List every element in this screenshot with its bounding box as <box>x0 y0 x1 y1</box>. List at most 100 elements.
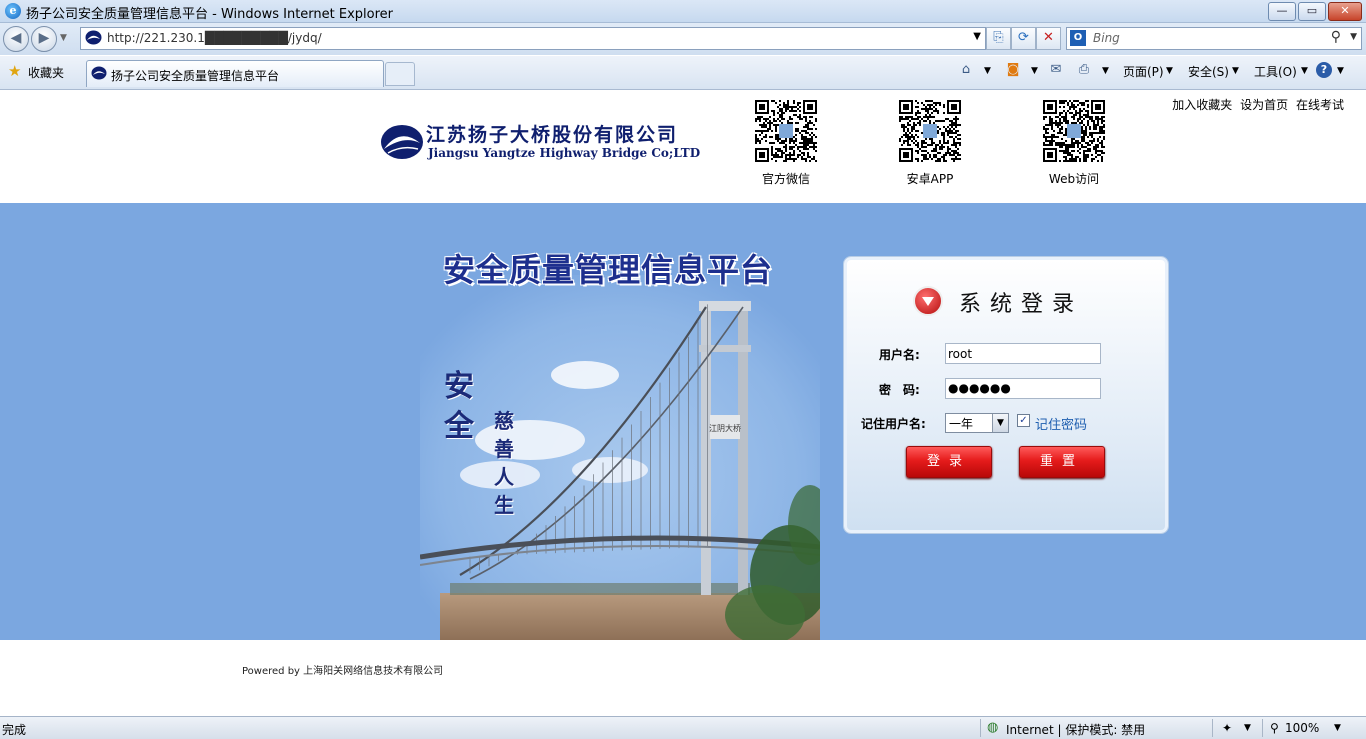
qr-code-wechat <box>755 100 817 162</box>
print-icon[interactable]: ⎙ <box>1075 61 1093 79</box>
outlook-search-provider-icon: O <box>1070 30 1086 46</box>
slogan-big: 安 全 <box>444 367 474 447</box>
tab-title: 扬子公司安全质量管理信息平台 <box>111 69 280 83</box>
company-name-en: Jiangsu Yangtze Highway Bridge Co;LTD <box>428 146 701 160</box>
remember-username-label: 记住用户名: <box>861 417 926 431</box>
remember-password-checkbox[interactable]: ✓ <box>1017 414 1030 427</box>
site-header: 江苏扬子大桥股份有限公司 Jiangsu Yangtze Highway Bri… <box>0 90 1366 203</box>
star-icon: ★ <box>8 62 22 80</box>
page-content: 江苏扬子大桥股份有限公司 Jiangsu Yangtze Highway Bri… <box>0 90 1366 716</box>
remember-duration-value: 一年 <box>949 417 974 431</box>
bridge-photo: 江阴大桥 <box>419 275 832 640</box>
rss-dropdown-icon[interactable]: ▼ <box>1031 66 1038 76</box>
tools-menu[interactable]: 工具(O) <box>1254 63 1297 80</box>
slogan-char: 慈 <box>494 409 514 433</box>
status-divider <box>980 719 981 737</box>
page-menu-arrow-icon: ▼ <box>1166 66 1173 76</box>
slogan-char: 人 <box>494 465 514 489</box>
print-dropdown-icon[interactable]: ▼ <box>1102 66 1109 76</box>
close-window-button[interactable]: ✕ <box>1328 2 1362 21</box>
help-icon[interactable]: ? <box>1316 62 1332 78</box>
search-dropdown-icon[interactable]: ▼ <box>1350 32 1357 42</box>
back-button[interactable]: ◀ <box>3 26 29 52</box>
login-title: 系统登录 <box>959 292 1084 317</box>
zoom-dropdown-icon[interactable]: ▼ <box>1334 723 1341 733</box>
address-toolbar: ◀ ▶ ▼ http://221.230.1█████████/jydq/ ▼ … <box>0 23 1366 55</box>
home-dropdown-icon[interactable]: ▼ <box>984 66 991 76</box>
reset-button[interactable]: 重置 <box>1019 446 1105 478</box>
qr-code-android <box>899 100 961 162</box>
platform-title: 安全质量管理信息平台 <box>443 251 774 289</box>
address-text: http://221.230.1█████████/jydq/ <box>107 31 322 45</box>
banner: 江阴大桥 安全质量管理信息平台 安 全 慈 善 人 生 系统登录 用户名: ro… <box>0 203 1366 640</box>
online-exam-link[interactable]: 在线考试 <box>1296 98 1344 112</box>
password-label: 密 码: <box>879 383 920 397</box>
status-text: 完成 <box>2 723 27 737</box>
address-dropdown-icon[interactable]: ▼ <box>973 31 981 42</box>
qr-label-wechat: 官方微信 <box>761 172 810 186</box>
page-menu[interactable]: 页面(P) <box>1123 63 1164 80</box>
tab-active[interactable]: 扬子公司安全质量管理信息平台 <box>86 60 384 87</box>
history-dropdown-icon[interactable]: ▼ <box>60 33 67 43</box>
refresh-button[interactable]: ⟳ <box>1011 27 1036 50</box>
protected-dropdown-icon[interactable]: ▼ <box>1244 723 1251 733</box>
search-icon[interactable]: ⚲ <box>1331 29 1341 45</box>
safety-menu-arrow-icon: ▼ <box>1232 66 1239 76</box>
search-placeholder: Bing <box>1093 31 1120 45</box>
password-input[interactable]: ●●●●●● <box>945 378 1101 399</box>
qr-label-android: 安卓APP <box>906 172 954 186</box>
slogan-char: 善 <box>494 437 514 461</box>
status-divider <box>1212 719 1213 737</box>
search-input[interactable]: O Bing ⚲ ▼ <box>1066 27 1362 50</box>
remember-duration-select[interactable]: 一年 ▼ <box>945 413 1009 433</box>
mail-icon[interactable]: ✉ <box>1047 61 1065 79</box>
powered-by: Powered by 上海阳关网络信息技术有限公司 <box>242 666 444 677</box>
forward-button[interactable]: ▶ <box>31 26 57 52</box>
username-input[interactable] <box>945 343 1101 364</box>
window-title: 扬子公司安全质量管理信息平台 - Windows Internet Explor… <box>26 7 393 22</box>
back-arrow-icon: ◀ <box>10 30 22 46</box>
minimize-button[interactable]: — <box>1268 2 1296 21</box>
globe-icon: ◍ <box>987 720 999 735</box>
select-arrow-icon: ▼ <box>992 414 1008 432</box>
qr-code-web <box>1043 100 1105 162</box>
slogan-small: 慈 善 人 生 <box>494 407 514 519</box>
slogan-char: 安 <box>444 369 474 404</box>
stop-icon: ✕ <box>1043 30 1054 45</box>
tab-favicon-icon <box>91 66 107 80</box>
slogan-char: 全 <box>444 409 474 444</box>
home-icon[interactable]: ⌂ <box>957 61 975 79</box>
compatibility-view-button[interactable]: ⎘ <box>986 27 1011 50</box>
security-zone[interactable]: Internet | 保护模式: 禁用 <box>1006 721 1145 738</box>
remember-password-label[interactable]: 记住密码 <box>1035 414 1087 433</box>
favorites-tab-bar: ★ 收藏夹 扬子公司安全质量管理信息平台 ⌂ ▼ ◙ ▼ ✉ ⎙ ▼ 页面(P)… <box>0 56 1366 90</box>
protected-mode-icon[interactable]: ✦ <box>1222 721 1232 735</box>
add-favorite-link[interactable]: 加入收藏夹 <box>1172 98 1232 112</box>
site-favicon-icon <box>85 30 102 45</box>
compatibility-view-icon: ⎘ <box>993 30 1004 45</box>
login-panel: 系统登录 用户名: 密 码: ●●●●●● 记住用户名: 一年 ▼ ✓ 记住密码… <box>844 257 1168 533</box>
ie-logo-icon: e <box>5 3 21 19</box>
login-button[interactable]: 登录 <box>906 446 992 478</box>
tools-menu-arrow-icon: ▼ <box>1301 66 1308 76</box>
address-input[interactable]: http://221.230.1█████████/jydq/ ▼ <box>80 27 986 50</box>
status-divider <box>1262 719 1263 737</box>
new-tab-button[interactable] <box>385 62 415 86</box>
help-menu-arrow-icon[interactable]: ▼ <box>1337 66 1344 76</box>
forward-arrow-icon: ▶ <box>38 30 50 46</box>
company-name-cn: 江苏扬子大桥股份有限公司 <box>426 124 679 146</box>
favorites-button[interactable]: 收藏夹 <box>28 64 64 81</box>
safety-menu[interactable]: 安全(S) <box>1188 63 1229 80</box>
refresh-icon: ⟳ <box>1018 30 1029 45</box>
company-logo-icon <box>380 123 424 161</box>
window-titlebar: e 扬子公司安全质量管理信息平台 - Windows Internet Expl… <box>0 0 1366 23</box>
login-logo-icon <box>913 286 943 316</box>
username-label: 用户名: <box>879 348 920 362</box>
zoom-level[interactable]: 100% <box>1285 721 1319 735</box>
svg-text:江阴大桥: 江阴大桥 <box>709 423 741 433</box>
stop-button[interactable]: ✕ <box>1036 27 1061 50</box>
rss-feed-icon[interactable]: ◙ <box>1004 61 1022 79</box>
restore-button[interactable]: ▭ <box>1298 2 1326 21</box>
qr-label-web: Web访问 <box>1048 172 1100 186</box>
set-homepage-link[interactable]: 设为首页 <box>1240 98 1288 112</box>
